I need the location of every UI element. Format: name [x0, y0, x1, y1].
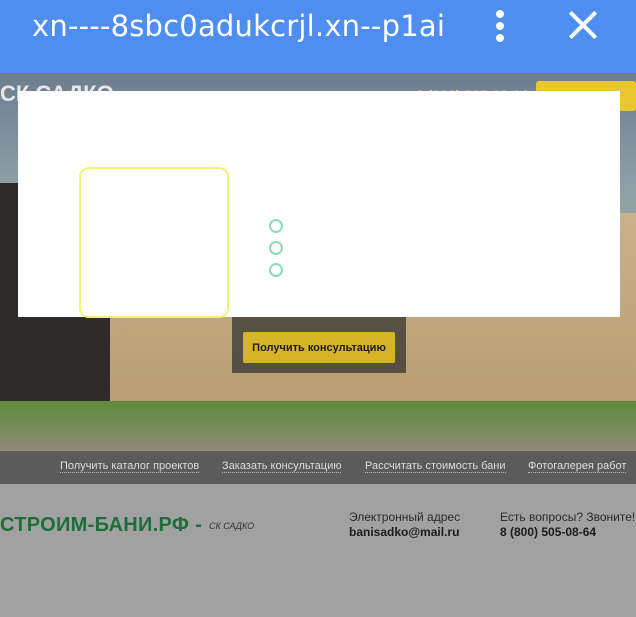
lawn [0, 401, 636, 451]
logo-subtitle: СК САДКО [209, 521, 255, 531]
more-vert-icon[interactable] [486, 6, 514, 46]
nav-gallery[interactable]: Фотогалерея работ [528, 460, 627, 473]
browser-top-bar: xn----8sbc0adukcrjl.xn--p1ai [0, 0, 636, 73]
loading-dot [269, 263, 283, 277]
nav-calculate[interactable]: Рассчитать стоимость бани [365, 460, 506, 473]
email-label: Электронный адрес [349, 510, 461, 524]
consultation-button[interactable]: Получить консультацию [243, 332, 395, 363]
loading-dot [269, 219, 283, 233]
nav-bar: Получить каталог проектов Заказать консу… [0, 451, 636, 484]
site-footer: СТРОИМ-БАНИ.РФ - СК САДКО Электронный ад… [0, 484, 636, 617]
popup-modal [18, 91, 620, 318]
close-icon[interactable] [566, 8, 600, 42]
email-value[interactable]: banisadko@mail.ru [349, 525, 459, 539]
nav-consultation[interactable]: Заказать консультацию [222, 460, 342, 473]
phone-value[interactable]: 8 (800) 505-08-64 [500, 525, 596, 539]
loading-frame [79, 167, 229, 318]
url-text[interactable]: xn----8sbc0adukcrjl.xn--p1ai [32, 9, 445, 43]
phone-label: Есть вопросы? Звоните! [500, 510, 636, 524]
loading-dot [269, 241, 283, 255]
site-logo[interactable]: СТРОИМ-БАНИ.РФ - [0, 514, 202, 537]
nav-catalog[interactable]: Получить каталог проектов [60, 460, 200, 473]
